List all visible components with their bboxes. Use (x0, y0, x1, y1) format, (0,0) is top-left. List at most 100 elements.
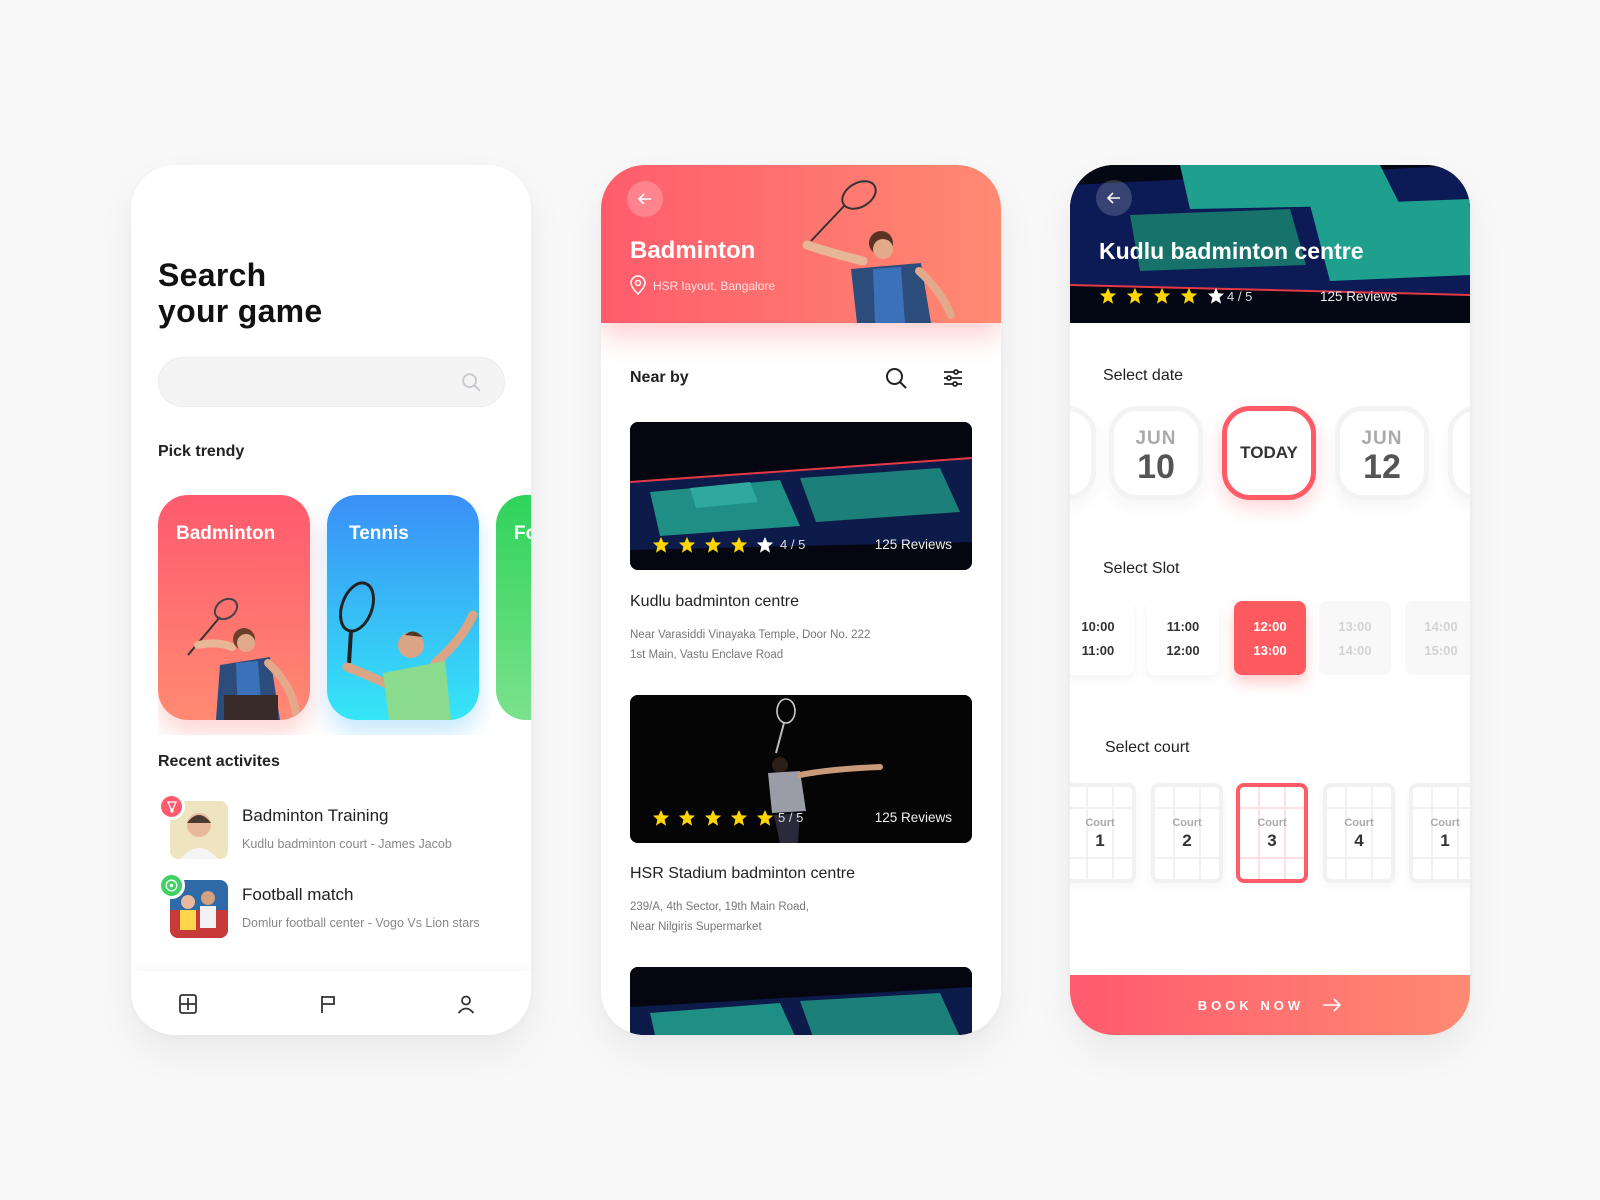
star-icon (1126, 287, 1144, 304)
trendy-cards: Badminton Tennis F (158, 495, 531, 735)
tennis-player-image (339, 581, 478, 720)
court-number: 4 (1354, 831, 1364, 850)
recent-activities-heading: Recent activites (158, 753, 280, 770)
star-icon (1180, 287, 1198, 304)
arrow-left-icon (637, 193, 651, 205)
date-option[interactable] (1448, 406, 1470, 500)
star-icon (730, 536, 748, 553)
venue-name[interactable]: HSR Stadium badminton centre (630, 865, 855, 883)
date-option-today[interactable]: TODAY (1222, 406, 1316, 500)
activity-title: Football match (242, 885, 354, 904)
card-label: Fo (514, 523, 531, 544)
activity-subtitle: Domlur football center - Vogo Vs Lion st… (242, 916, 480, 930)
star-icon (730, 809, 748, 826)
time-slot[interactable]: 11:00 12:00 (1147, 601, 1219, 675)
home-icon[interactable] (177, 993, 199, 1015)
star-icon (1099, 287, 1117, 304)
back-button[interactable] (1096, 180, 1132, 216)
select-slot-label: Select Slot (1103, 560, 1180, 577)
location-pin-icon (630, 275, 646, 295)
star-icon (1153, 287, 1171, 304)
search-input[interactable] (177, 358, 437, 406)
search-icon[interactable] (460, 371, 482, 393)
filter-icon[interactable] (941, 366, 965, 390)
star-icon (756, 809, 774, 826)
venue-address: 239/A, 4th Sector, 19th Main Road, Near … (630, 901, 810, 933)
rating-stars (652, 536, 774, 554)
star-icon (756, 536, 774, 553)
venue-name[interactable]: Kudlu badminton centre (630, 593, 799, 611)
star-icon (678, 809, 696, 826)
court-option[interactable]: Court 1 (1070, 783, 1136, 883)
court-label: Court (1257, 817, 1287, 829)
badminton-card[interactable]: Badminton (158, 495, 310, 720)
court-label: Court (1344, 817, 1374, 829)
time-slot[interactable]: 10:00 11:00 (1070, 601, 1134, 675)
activity-item[interactable]: Badminton Training Kudlu badminton court… (158, 793, 508, 859)
court-option[interactable]: Court 4 (1323, 783, 1395, 883)
badminton-player-image (187, 597, 300, 720)
star-icon (652, 536, 670, 553)
court-label: Court (1430, 817, 1460, 829)
select-court-label: Select court (1105, 739, 1190, 756)
location-text: HSR layout, Bangalore (653, 279, 776, 293)
rating-stars (652, 809, 774, 827)
flag-icon[interactable] (317, 993, 339, 1015)
page-title: Badminton (630, 237, 756, 264)
venue-header: Kudlu badminton centre 4 / 5 125 Reviews (1070, 165, 1470, 323)
reviews-count: 125 Reviews (874, 810, 952, 825)
booking-screen: Kudlu badminton centre 4 / 5 125 Reviews… (1070, 165, 1470, 1035)
nearby-heading: Near by (630, 369, 689, 386)
sport-header: Badminton HSR layout, Bangalore (601, 165, 1001, 323)
search-screen: Search your game Pick trendy Badminton T… (131, 165, 531, 1035)
court-number: 1 (1440, 831, 1450, 850)
pick-trendy-heading: Pick trendy (158, 443, 245, 460)
court-option[interactable]: Court 1 (1409, 783, 1470, 883)
date-option[interactable] (1070, 406, 1096, 500)
star-icon (704, 536, 722, 553)
venue-address: Near Varasiddi Vinayaka Temple, Door No.… (630, 629, 871, 661)
venue-image[interactable]: 4 / 5 125 Reviews (630, 422, 972, 570)
tennis-card[interactable]: Tennis (327, 495, 479, 720)
football-icon (158, 872, 185, 899)
venue-list-screen: Badminton HSR layout, Bangalore Near by … (601, 165, 1001, 1035)
court-number: 1 (1095, 831, 1105, 850)
football-card[interactable]: Fo (496, 495, 531, 720)
court-number: 3 (1267, 831, 1277, 850)
court-number: 2 (1182, 831, 1192, 850)
user-icon[interactable] (455, 993, 477, 1015)
search-icon[interactable] (884, 366, 908, 390)
rating-stars (1099, 287, 1225, 305)
activity-subtitle: Kudlu badminton court - James Jacob (242, 837, 452, 851)
reviews-count: 125 Reviews (1320, 289, 1398, 304)
court-label: Court (1085, 817, 1115, 829)
star-icon (704, 809, 722, 826)
date-option[interactable]: JUN 12 (1335, 406, 1429, 500)
venue-image[interactable]: 5 / 5 125 Reviews (630, 695, 972, 843)
reviews-count: 125 Reviews (874, 537, 952, 552)
rating-text: 5 / 5 (778, 810, 804, 825)
activity-item[interactable]: Football match Domlur football center - … (158, 872, 508, 938)
time-slot-disabled: 13:00 14:00 (1319, 601, 1391, 675)
venue-image[interactable] (630, 967, 972, 1035)
page-title: Search your game (158, 257, 323, 329)
arrow-right-icon (1323, 998, 1342, 1012)
card-label: Tennis (349, 523, 409, 544)
court-option-selected[interactable]: Court 3 (1236, 783, 1308, 883)
date-option[interactable]: JUN 10 (1109, 406, 1203, 500)
book-now-button[interactable]: BOOK NOW (1070, 975, 1470, 1035)
court-option[interactable]: Court 2 (1151, 783, 1223, 883)
star-icon (1207, 287, 1225, 304)
time-slot-disabled: 14:00 15:00 (1405, 601, 1470, 675)
time-slot-selected[interactable]: 12:00 13:00 (1234, 601, 1306, 675)
star-icon (652, 809, 670, 826)
select-date-label: Select date (1103, 367, 1184, 384)
star-icon (678, 536, 696, 553)
rating-text: 4 / 5 (1227, 289, 1253, 304)
bottom-nav (131, 971, 531, 1035)
shuttlecock-icon (158, 793, 185, 820)
back-button[interactable] (627, 181, 663, 217)
search-bar[interactable] (158, 357, 505, 407)
venue-title: Kudlu badminton centre (1099, 238, 1364, 264)
arrow-left-icon (1106, 192, 1120, 204)
